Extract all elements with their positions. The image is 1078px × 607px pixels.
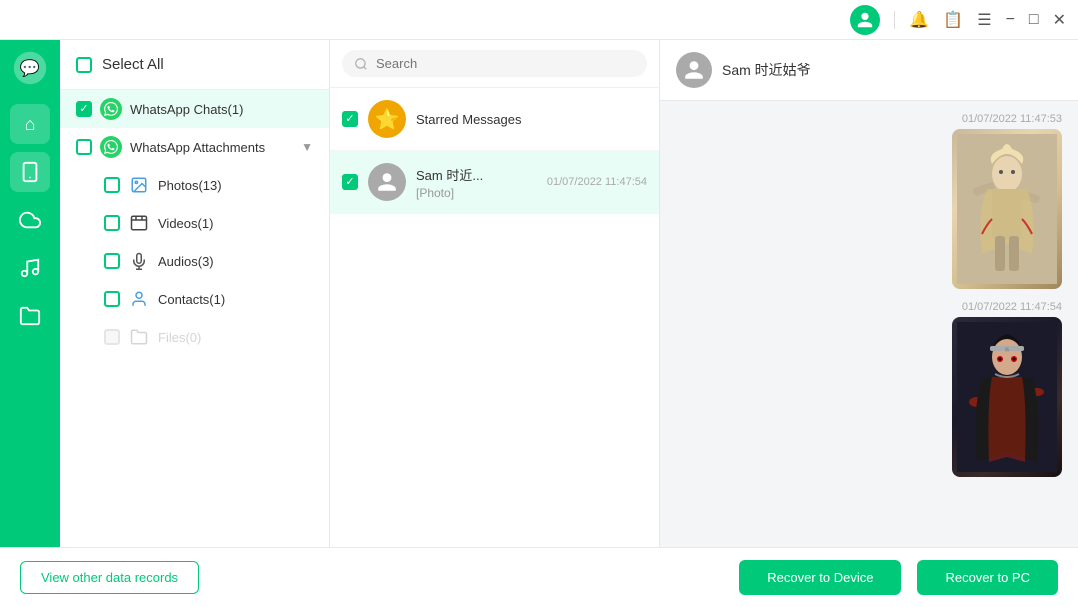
starred-checkbox[interactable] — [342, 111, 358, 127]
photos-checkbox[interactable] — [104, 177, 120, 193]
recover-to-device-button[interactable]: Recover to Device — [739, 560, 901, 595]
tree-item-whatsapp-attachments[interactable]: WhatsApp Attachments ▼ — [60, 128, 329, 166]
files-checkbox — [104, 329, 120, 345]
photos-icon — [128, 174, 150, 196]
title-bar: 🔔 📋 ☰ − □ ✕ — [0, 0, 1078, 40]
bottom-bar: View other data records Recover to Devic… — [0, 547, 1078, 607]
middle-panel: ⭐ Starred Messages Sam 时近... [Photo] 01/… — [330, 40, 660, 547]
search-icon — [354, 57, 368, 71]
sidebar-item-music[interactable] — [10, 248, 50, 288]
select-all-row[interactable]: Select All — [60, 40, 329, 90]
user-avatar-button[interactable] — [850, 5, 880, 35]
separator — [894, 11, 895, 29]
files-icon — [128, 326, 150, 348]
select-all-checkbox[interactable] — [76, 57, 92, 73]
sam-time: 01/07/2022 11:47:54 — [547, 176, 647, 188]
message-1: 01/07/2022 11:47:53 — [676, 113, 1062, 289]
message-1-image — [952, 129, 1062, 289]
starred-info: Starred Messages — [416, 112, 647, 127]
whatsapp-chats-label: WhatsApp Chats(1) — [130, 102, 313, 117]
maximize-button[interactable]: □ — [1029, 11, 1039, 29]
sidebar-item-home[interactable]: ⌂ — [10, 104, 50, 144]
chat-header: Sam 时近姑爷 — [660, 40, 1078, 101]
message-2: 01/07/2022 11:47:54 — [676, 301, 1062, 477]
search-bar — [330, 40, 659, 88]
notification-icon[interactable]: 🔔 — [909, 10, 929, 30]
audios-label: Audios(3) — [158, 254, 313, 269]
recover-to-pc-button[interactable]: Recover to PC — [917, 560, 1058, 595]
whatsapp-attachments-icon — [100, 136, 122, 158]
message-2-timestamp: 01/07/2022 11:47:54 — [962, 301, 1062, 313]
starred-avatar: ⭐ — [368, 100, 406, 138]
nav-sidebar: 💬 ⌂ — [0, 40, 60, 547]
sam-info: Sam 时近... [Photo] — [416, 165, 537, 200]
starred-name: Starred Messages — [416, 112, 647, 127]
contacts-label: Contacts(1) — [158, 292, 313, 307]
sam-conversation-item[interactable]: Sam 时近... [Photo] 01/07/2022 11:47:54 — [330, 151, 659, 214]
whatsapp-chats-icon — [100, 98, 122, 120]
view-other-data-button[interactable]: View other data records — [20, 561, 199, 594]
chat-name: Sam 时近姑爷 — [722, 60, 811, 80]
tree-item-videos[interactable]: Videos(1) — [60, 204, 329, 242]
chat-avatar — [676, 52, 712, 88]
message-1-timestamp: 01/07/2022 11:47:53 — [962, 113, 1062, 125]
tree-item-contacts[interactable]: Contacts(1) — [60, 280, 329, 318]
chat-messages: 01/07/2022 11:47:53 — [660, 101, 1078, 547]
sam-name: Sam 时近... — [416, 165, 537, 184]
left-panel: Select All WhatsApp Chats(1) WhatsApp At… — [60, 40, 330, 547]
tree-item-photos[interactable]: Photos(13) — [60, 166, 329, 204]
tree-item-whatsapp-chats[interactable]: WhatsApp Chats(1) — [60, 90, 329, 128]
sidebar-item-files[interactable] — [10, 296, 50, 336]
sidebar-item-cloud[interactable] — [10, 200, 50, 240]
contacts-checkbox[interactable] — [104, 291, 120, 307]
videos-icon — [128, 212, 150, 234]
expand-arrow-icon: ▼ — [301, 140, 313, 154]
svg-text:卐: 卐 — [1005, 346, 1009, 352]
sam-avatar — [368, 163, 406, 201]
audios-icon — [128, 250, 150, 272]
whatsapp-chats-checkbox[interactable] — [76, 101, 92, 117]
tree-item-files: Files(0) — [60, 318, 329, 356]
sam-checkbox[interactable] — [342, 174, 358, 190]
title-bar-controls: 🔔 📋 ☰ − □ ✕ — [850, 5, 1066, 35]
photos-label: Photos(13) — [158, 178, 313, 193]
contacts-icon — [128, 288, 150, 310]
main-container: 💬 ⌂ Select All WhatsApp Chats(1) — [0, 40, 1078, 547]
svg-text:💬: 💬 — [20, 58, 40, 77]
whatsapp-attachments-label: WhatsApp Attachments — [130, 140, 293, 155]
files-label: Files(0) — [158, 330, 313, 345]
whatsapp-attachments-checkbox[interactable] — [76, 139, 92, 155]
close-button[interactable]: ✕ — [1053, 10, 1066, 30]
right-panel: Sam 时近姑爷 01/07/2022 11:47:53 — [660, 40, 1078, 547]
minimize-button[interactable]: − — [1006, 11, 1015, 29]
videos-label: Videos(1) — [158, 216, 313, 231]
menu-icon[interactable]: ☰ — [977, 10, 991, 30]
videos-checkbox[interactable] — [104, 215, 120, 231]
search-wrapper[interactable] — [342, 50, 647, 77]
app-logo: 💬 — [12, 50, 48, 86]
starred-messages-item[interactable]: ⭐ Starred Messages — [330, 88, 659, 151]
message-2-image: 卐 — [952, 317, 1062, 477]
tree-item-audios[interactable]: Audios(3) — [60, 242, 329, 280]
notes-icon[interactable]: 📋 — [943, 10, 963, 30]
sam-preview: [Photo] — [416, 186, 537, 200]
sidebar-item-device[interactable] — [10, 152, 50, 192]
select-all-label: Select All — [102, 56, 164, 73]
audios-checkbox[interactable] — [104, 253, 120, 269]
search-input[interactable] — [376, 56, 635, 71]
